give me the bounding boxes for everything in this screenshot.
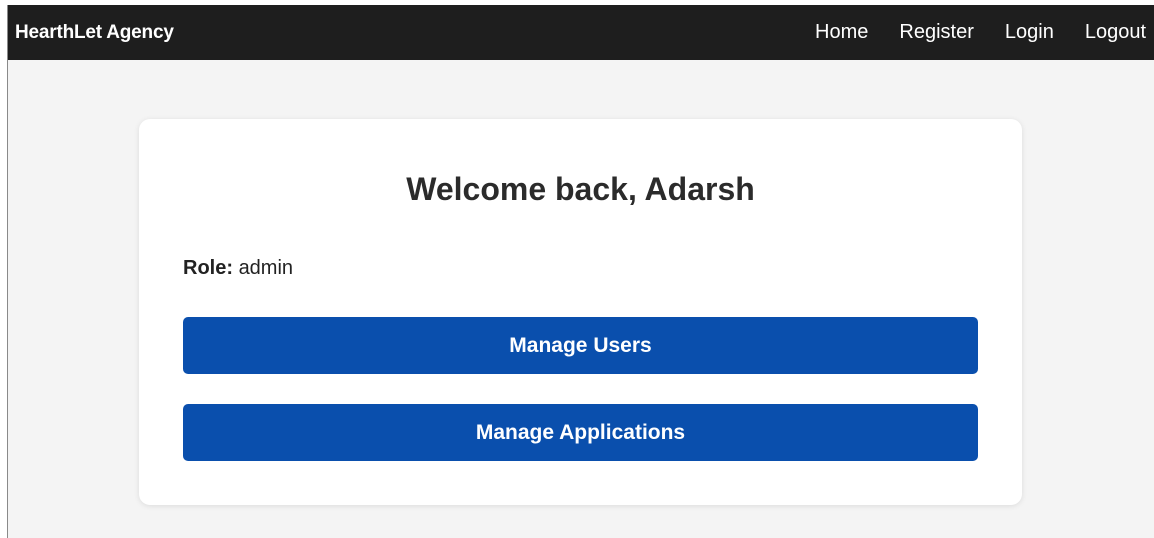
- browser-viewport: HearthLet Agency Home Register Login Log…: [7, 5, 1154, 538]
- nav-links: Home Register Login Logout: [784, 5, 1154, 60]
- manage-users-button[interactable]: Manage Users: [183, 317, 978, 374]
- role-line: Role: admin: [183, 257, 293, 280]
- nav-link-register[interactable]: Register: [899, 21, 973, 44]
- welcome-heading: Welcome back, Adarsh: [406, 171, 755, 207]
- nav-link-login[interactable]: Login: [1005, 21, 1054, 44]
- top-navbar: HearthLet Agency Home Register Login Log…: [8, 5, 1154, 60]
- role-value: admin: [238, 257, 294, 279]
- brand-logo-link[interactable]: HearthLet Agency: [15, 22, 174, 44]
- manage-applications-button[interactable]: Manage Applications: [183, 404, 978, 461]
- dashboard-card: Welcome back, Adarsh Role: admin Manage …: [139, 119, 1022, 505]
- role-label: Role:: [183, 257, 233, 279]
- nav-link-home[interactable]: Home: [815, 21, 868, 44]
- nav-link-logout[interactable]: Logout: [1085, 21, 1146, 44]
